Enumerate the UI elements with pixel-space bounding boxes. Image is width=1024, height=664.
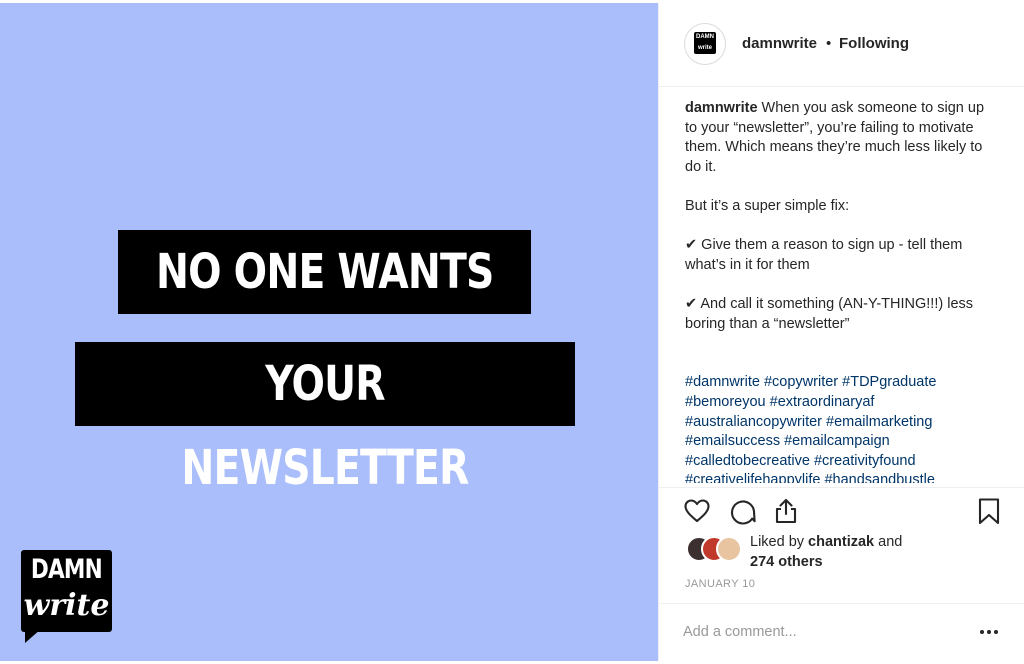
caption-tip-2: ✔ And call it something (AN-Y-THING!!!) … (685, 295, 974, 332)
liker-avatars[interactable] (686, 536, 746, 562)
more-options-icon[interactable] (978, 622, 1000, 642)
caption-tip-1: ✔ Give them a reason to sign up - tell t… (685, 237, 963, 273)
damnwrite-logo: DAMN write (21, 550, 112, 632)
bookmark-icon[interactable] (975, 497, 1003, 525)
headline-line-2: YOUR NEWSLETTER (75, 342, 575, 496)
logo-write-text: write (23, 588, 110, 623)
post-image[interactable]: NO ONE WANTS YOUR NEWSLETTER DAMN write (0, 3, 658, 661)
liker-avatar (716, 536, 742, 562)
likes-row: Liked by chantizak and 274 others (659, 531, 1024, 573)
share-icon[interactable] (772, 497, 800, 525)
post-date[interactable]: JANUARY 10 (685, 578, 755, 590)
likes-suffix: and (874, 534, 903, 550)
comment-icon[interactable] (729, 497, 757, 525)
instagram-post-view: NO ONE WANTS YOUR NEWSLETTER DAMN write … (0, 0, 1024, 664)
avatar-logo: DAMN write (694, 32, 716, 54)
logo-speech-tail (25, 629, 41, 643)
likes-summary: Liked by chantizak and 274 others (750, 533, 902, 572)
post-sidebar: DAMN write damnwrite • Following damnwri… (658, 3, 1024, 661)
headline-line-2-text: YOUR NEWSLETTER (181, 356, 469, 496)
comment-input[interactable] (683, 620, 963, 644)
logo-damn-text: DAMN (30, 554, 103, 585)
caption: damnwrite When you ask someone to sign u… (685, 99, 995, 483)
header-username[interactable]: damnwrite (742, 35, 817, 52)
headline-line-1-text: NO ONE WANTS (155, 244, 494, 300)
likes-prefix: Liked by (750, 534, 809, 550)
headline-line-1: NO ONE WANTS (118, 230, 531, 314)
following-button[interactable]: Following (839, 35, 909, 52)
caption-fix-line: But it’s a super simple fix: (685, 197, 850, 214)
comment-bar (659, 603, 1024, 661)
heart-icon[interactable] (683, 497, 711, 525)
avatar[interactable]: DAMN write (684, 23, 726, 65)
caption-username[interactable]: damnwrite (685, 100, 758, 116)
likes-count-link[interactable]: 274 others (750, 554, 823, 570)
caption-intro: damnwrite When you ask someone to sign u… (685, 99, 995, 177)
liker-username[interactable]: chantizak (808, 534, 874, 550)
caption-hashtags[interactable]: #damnwrite #copywriter #TDPgraduate #bem… (685, 373, 995, 483)
post-header: DAMN write damnwrite • Following (659, 3, 1024, 87)
action-bar (659, 487, 1024, 531)
header-separator: • (826, 35, 832, 52)
